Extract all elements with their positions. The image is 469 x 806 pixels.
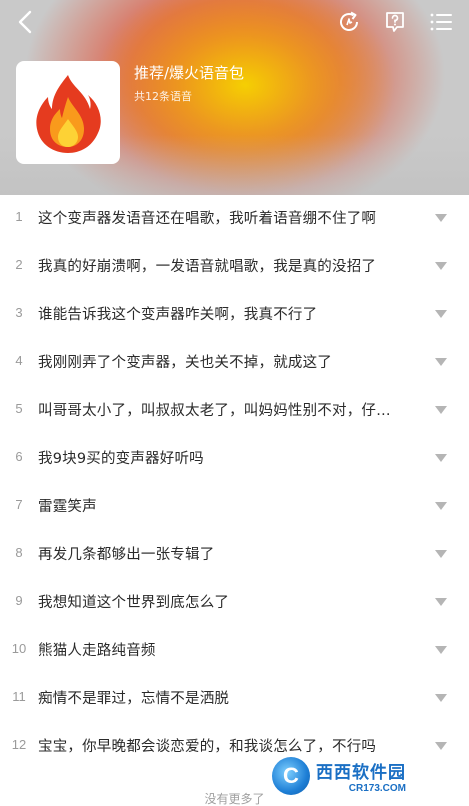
watermark-sub-text: CR173.COM — [348, 783, 406, 794]
voice-list: 1 这个变声器发语音还在唱歌，我听着语音绷不住了啊 2 我真的好崩溃啊，一发语音… — [0, 195, 469, 771]
item-title: 再发几条都够出一张专辑了 — [38, 547, 215, 563]
list-item[interactable]: 11 痴情不是罪过，忘情不是洒脱 — [0, 675, 469, 723]
list-item[interactable]: 9 我想知道这个世界到底怎么了 — [0, 579, 469, 627]
chevron-down-icon[interactable] — [434, 357, 448, 367]
item-index: 4 — [15, 353, 23, 368]
item-title: 我9块9买的变声器好听吗 — [38, 451, 204, 467]
chevron-down-icon[interactable] — [434, 693, 448, 703]
fire-icon — [36, 74, 101, 153]
item-index: 5 — [15, 401, 23, 416]
list-icon[interactable] — [428, 9, 454, 35]
list-item[interactable]: 5 叫哥哥太小了，叫叔叔太老了，叫妈妈性别不对，仔… — [0, 387, 469, 435]
item-title: 宝宝，你早晚都会谈恋爱的，和我谈怎么了，不行吗 — [38, 739, 377, 755]
list-item[interactable]: 7 雷霆笑声 — [0, 483, 469, 531]
chevron-down-icon[interactable] — [434, 645, 448, 655]
header-banner: 推荐/爆火语音包 共12条语音 — [0, 0, 469, 195]
pack-title: 推荐/爆火语音包 — [134, 64, 245, 82]
list-item[interactable]: 4 我刚刚弄了个变声器，关也关不掉，就成这了 — [0, 339, 469, 387]
item-title: 我真的好崩溃啊，一发语音就唱歌，我是真的没招了 — [38, 259, 377, 275]
help-icon[interactable] — [382, 9, 408, 35]
chevron-down-icon[interactable] — [434, 405, 448, 415]
chevron-down-icon[interactable] — [434, 597, 448, 607]
item-title: 我刚刚弄了个变声器，关也关不掉，就成这了 — [38, 355, 332, 371]
item-title: 谁能告诉我这个变声器咋关啊，我真不行了 — [38, 307, 318, 323]
chevron-down-icon[interactable] — [434, 549, 448, 559]
item-index: 11 — [12, 689, 26, 704]
list-item[interactable]: 2 我真的好崩溃啊，一发语音就唱歌，我是真的没招了 — [0, 243, 469, 291]
chevron-down-icon[interactable] — [434, 453, 448, 463]
site-watermark: C 西西软件园 CR173.COM — [272, 756, 452, 796]
watermark-logo-icon: C — [272, 757, 310, 795]
list-item[interactable]: 1 这个变声器发语音还在唱歌，我听着语音绷不住了啊 — [0, 195, 469, 243]
chevron-down-icon[interactable] — [434, 501, 448, 511]
item-index: 8 — [15, 545, 23, 560]
item-index: 10 — [11, 641, 27, 656]
pack-cover — [16, 61, 120, 164]
item-index: 7 — [15, 497, 23, 512]
item-index: 2 — [15, 257, 23, 272]
refresh-icon[interactable] — [336, 9, 362, 35]
list-item[interactable]: 6 我9块9买的变声器好听吗 — [0, 435, 469, 483]
chevron-down-icon[interactable] — [434, 741, 448, 751]
item-index: 3 — [15, 305, 23, 320]
chevron-down-icon[interactable] — [434, 309, 448, 319]
chevron-down-icon[interactable] — [434, 261, 448, 271]
pack-count: 共12条语音 — [134, 90, 192, 103]
item-index: 1 — [15, 209, 23, 224]
item-index: 6 — [15, 449, 23, 464]
chevron-down-icon[interactable] — [434, 213, 448, 223]
item-index: 9 — [15, 593, 23, 608]
item-title: 叫哥哥太小了，叫叔叔太老了，叫妈妈性别不对，仔… — [38, 403, 391, 419]
item-index: 12 — [11, 737, 27, 752]
back-arrow-icon[interactable] — [12, 9, 38, 35]
list-item[interactable]: 8 再发几条都够出一张专辑了 — [0, 531, 469, 579]
item-title: 我想知道这个世界到底怎么了 — [38, 595, 230, 611]
list-item[interactable]: 10 熊猫人走路纯音频 — [0, 627, 469, 675]
item-title: 痴情不是罪过，忘情不是洒脱 — [38, 691, 230, 707]
item-title: 这个变声器发语音还在唱歌，我听着语音绷不住了啊 — [38, 211, 377, 227]
watermark-main-text: 西西软件园 — [316, 763, 406, 783]
item-title: 熊猫人走路纯音频 — [38, 643, 156, 659]
list-item[interactable]: 3 谁能告诉我这个变声器咋关啊，我真不行了 — [0, 291, 469, 339]
item-title: 雷霆笑声 — [38, 499, 97, 515]
